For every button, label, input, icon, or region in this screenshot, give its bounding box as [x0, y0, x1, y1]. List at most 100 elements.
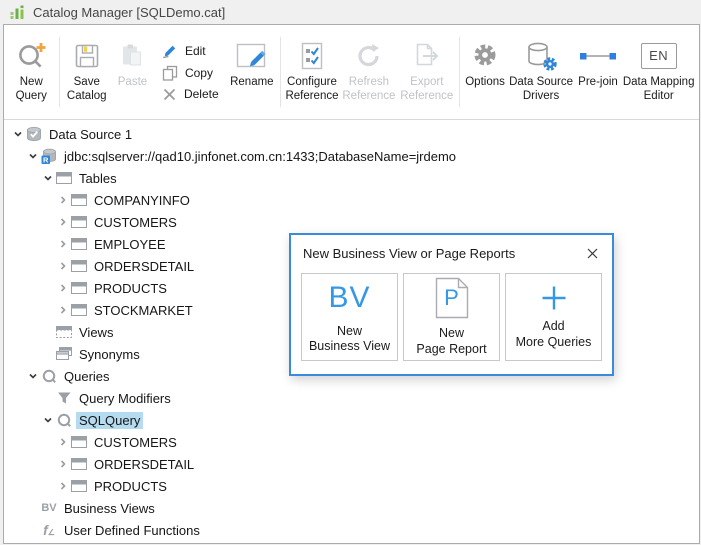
tree-item-label: Queries: [64, 368, 110, 384]
add-more-queries-button[interactable]: Add More Queries: [505, 273, 602, 361]
close-icon[interactable]: [581, 243, 603, 263]
refresh-reference-label: Refresh Reference: [342, 76, 396, 102]
data-source-icon: [25, 126, 43, 142]
tree-item-label: Tables: [79, 170, 117, 186]
tree-item-label: ORDERSDETAIL: [94, 258, 195, 274]
chevron-right-icon[interactable]: [56, 302, 70, 318]
tree-item-data-source-1[interactable]: Data Source 1: [4, 123, 699, 145]
save-icon: [73, 36, 101, 76]
new-business-view-dialog: New Business View or Page Reports BV New…: [289, 233, 614, 376]
data-mapping-editor-label: Data Mapping Editor: [622, 76, 695, 102]
new-query-icon: [16, 36, 46, 76]
table-icon: [70, 280, 88, 296]
tree-item-query-modifiers[interactable]: Query Modifiers: [4, 387, 699, 409]
paste-label: Paste: [117, 76, 148, 88]
tree-item-label: Query Modifiers: [79, 390, 171, 406]
new-page-report-button[interactable]: P New Page Report: [403, 273, 500, 361]
tree-item-label: User Defined Functions: [64, 522, 200, 538]
delete-button[interactable]: Delete: [162, 87, 219, 102]
window-title: Catalog Manager [SQLDemo.cat]: [33, 4, 226, 20]
options-button[interactable]: Options: [463, 25, 508, 119]
query-icon: [40, 368, 58, 384]
data-source-drivers-button[interactable]: Data Source Drivers: [507, 25, 574, 119]
edit-group: Edit Copy Delete: [154, 25, 227, 119]
new-business-view-label: New Business View: [308, 323, 391, 354]
chevron-down-icon[interactable]: [11, 126, 25, 142]
tree-item-customers[interactable]: CUSTOMERS: [4, 211, 699, 233]
table-icon: [70, 478, 88, 494]
data-source-drivers-label: Data Source Drivers: [509, 76, 574, 102]
bv-glyph-icon: BV: [328, 281, 371, 315]
chevron-right-icon[interactable]: [56, 236, 70, 252]
copy-icon: [162, 65, 178, 81]
configure-reference-button[interactable]: Configure Reference: [284, 25, 340, 119]
new-page-report-label: New Page Report: [416, 325, 487, 356]
paste-button: Paste: [111, 25, 154, 119]
configure-reference-icon: [297, 36, 327, 76]
chevron-right-icon[interactable]: [56, 434, 70, 450]
pre-join-button[interactable]: Pre-join: [575, 25, 622, 119]
delete-icon: [162, 87, 177, 102]
tree-item-user-defined-functions[interactable]: f∠ User Defined Functions: [4, 519, 699, 541]
chevron-right-icon[interactable]: [56, 214, 70, 230]
table-icon: [70, 302, 88, 318]
new-query-label: New Query: [15, 76, 47, 102]
filter-icon: [55, 390, 73, 406]
chevron-down-icon[interactable]: [41, 412, 55, 428]
tree-item-label: SQLQuery: [76, 411, 144, 429]
synonyms-icon: [55, 346, 73, 362]
toolbar-separator: [458, 37, 460, 107]
options-gear-icon: [470, 36, 500, 76]
chevron-down-icon[interactable]: [26, 148, 40, 164]
new-query-button[interactable]: New Query: [7, 25, 56, 119]
new-business-view-button[interactable]: BV New Business View: [301, 273, 398, 361]
tree-item-business-views[interactable]: BV Business Views: [4, 497, 699, 519]
tree-item-label: COMPANYINFO: [94, 192, 190, 208]
export-reference-icon: [411, 36, 443, 76]
tree-item-companyinfo[interactable]: COMPANYINFO: [4, 189, 699, 211]
tree-item-label: Business Views: [64, 500, 155, 516]
data-mapping-editor-icon: EN: [640, 43, 677, 69]
table-icon: [70, 258, 88, 274]
chevron-down-icon[interactable]: [41, 170, 55, 186]
dialog-button-row: BV New Business View P New Page Report A…: [291, 266, 612, 374]
tree-item-label: PRODUCTS: [94, 478, 167, 494]
plus-icon: [540, 284, 568, 312]
data-mapping-editor-button[interactable]: EN Data Mapping Editor: [621, 25, 696, 119]
chevron-right-icon[interactable]: [56, 456, 70, 472]
edit-button[interactable]: Edit: [162, 43, 219, 59]
tree-item-label: Views: [79, 324, 114, 340]
rename-button[interactable]: Rename: [227, 25, 277, 119]
table-folder-icon: [55, 170, 73, 186]
chevron-right-icon[interactable]: [56, 280, 70, 296]
business-views-icon: BV: [41, 502, 57, 514]
toolbar: New Query Save Catalog Paste Edit Copy D…: [4, 25, 699, 120]
rename-icon: [234, 36, 270, 76]
tree-item-tables[interactable]: Tables: [4, 167, 699, 189]
tree-item-label: Synonyms: [79, 346, 140, 362]
save-catalog-button[interactable]: Save Catalog: [62, 25, 111, 119]
toolbar-separator: [58, 37, 60, 107]
tree-item-jdbc-connection[interactable]: jdbc:sqlserver://qad10.jinfonet.com.cn:1…: [4, 145, 699, 167]
table-icon: [70, 434, 88, 450]
paste-icon: [118, 36, 146, 76]
tree-item-label: Data Source 1: [49, 126, 133, 142]
chevron-right-icon[interactable]: [56, 478, 70, 494]
configure-reference-label: Configure Reference: [285, 76, 339, 102]
chevron-right-icon[interactable]: [56, 192, 70, 208]
tree-item-products-query[interactable]: PRODUCTS: [4, 475, 699, 497]
tree-item-customers-query[interactable]: CUSTOMERS: [4, 431, 699, 453]
options-label: Options: [465, 76, 505, 88]
copy-button[interactable]: Copy: [162, 65, 219, 81]
chevron-down-icon[interactable]: [26, 368, 40, 384]
tree-item-label: jdbc:sqlserver://qad10.jinfonet.com.cn:1…: [64, 148, 457, 164]
tree-item-label: ORDERSDETAIL: [94, 456, 195, 472]
export-reference-label: Export Reference: [400, 76, 454, 102]
chevron-right-icon[interactable]: [56, 258, 70, 274]
tree-item-sqlquery[interactable]: SQLQuery: [4, 409, 699, 431]
tree-item-ordersdetail-query[interactable]: ORDERSDETAIL: [4, 453, 699, 475]
